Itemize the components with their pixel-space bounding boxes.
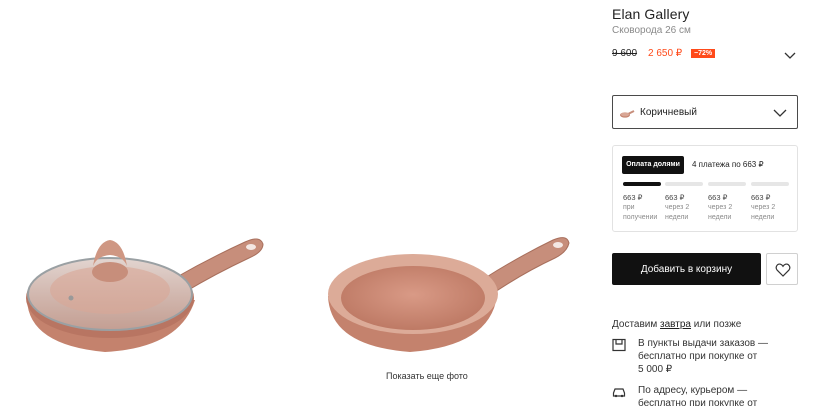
old-price: 9 600 [612,48,638,59]
delivery-text-line: По адресу, курьером — [638,385,748,396]
car-icon [612,385,626,399]
installment-amount: 663 ₽ [708,193,728,202]
delivery-option-pickup: В пункты выдачи заказов — бесплатно при … [612,337,798,377]
delivery-date-link[interactable]: завтра [660,319,691,330]
favorite-button[interactable] [766,253,798,285]
split-payment-progress [623,182,789,187]
chevron-down-icon[interactable] [783,48,797,62]
installment-bar [751,182,789,186]
selected-color-label: Коричневый [640,107,697,118]
split-payment-box[interactable]: Оплата долями 4 платежа по 663 ₽ 663 ₽ 6… [612,145,798,232]
installment-bar [623,182,661,186]
discount-badge: −72% [691,49,716,58]
delivery-text-line: бесплатно при покупке от [638,398,758,406]
delivery-text-line: В пункты выдачи заказов — [638,338,768,349]
product-title: Сковорода 26 см [612,25,691,36]
installment-amount: 663 ₽ [665,193,685,202]
pan-with-lid-image [26,238,264,352]
add-to-cart-button[interactable]: Добавить в корзину [612,253,761,285]
brand-name[interactable]: Elan Gallery [612,6,689,22]
product-gallery: Показать еще фото [0,0,600,406]
split-payment-summary: 4 платежа по 663 ₽ [692,160,764,169]
pan-open-image [328,237,570,352]
installment-when: при получении [623,204,658,221]
heart-icon [775,263,791,277]
delivery-heading: Доставим завтра или позже [612,319,742,330]
pickup-point-icon [612,338,626,352]
product-photo-with-lid[interactable] [5,0,295,406]
color-thumbnail [619,105,635,121]
installment-bar [708,182,746,186]
delivery-text-line: бесплатно при покупке от [638,351,758,362]
product-photo-without-lid[interactable] [305,0,595,406]
split-payment-badge: Оплата долями [622,156,684,174]
show-more-photos-link[interactable]: Показать еще фото [386,371,468,381]
installment-when: через 2 недели [708,204,733,221]
chevron-down-icon [772,105,788,121]
delivery-option-courier: По адресу, курьером — бесплатно при поку… [612,384,798,406]
delivery-text-line: 5 000 ₽ [638,364,673,375]
installment-when: через 2 недели [751,204,776,221]
installment-amount: 663 ₽ [751,193,771,202]
installment-when: через 2 недели [665,204,690,221]
installment-amount: 663 ₽ [623,193,643,202]
new-price: 2 650 ₽ [648,48,683,59]
color-select[interactable]: Коричневый [612,95,798,129]
price-row: 9 600 2 650 ₽ −72% [612,48,798,62]
installment-bar [665,182,703,186]
